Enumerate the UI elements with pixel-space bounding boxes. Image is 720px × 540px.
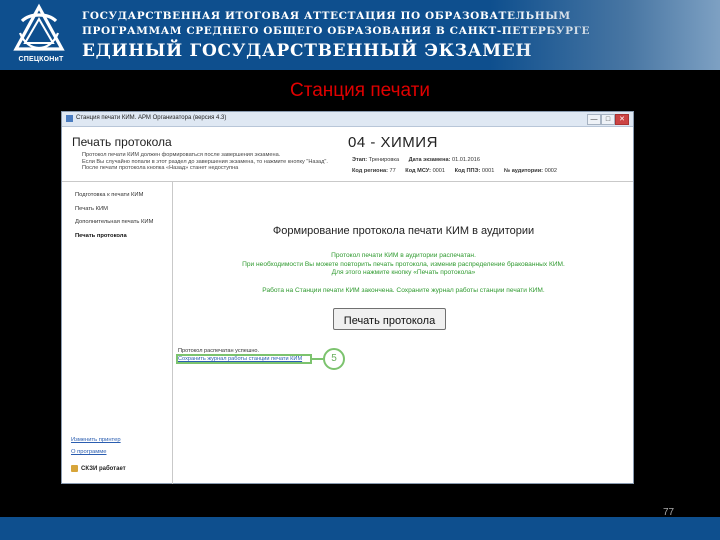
step-number-badge: 5	[323, 348, 345, 370]
auditorium-value: 0002	[544, 168, 558, 174]
crypto-status-label: СКЗИ работает	[81, 466, 126, 473]
stage-label: Этап:	[352, 157, 368, 163]
app-icon	[66, 115, 73, 122]
msu-value: 0001	[432, 168, 446, 174]
footer-bar	[0, 517, 720, 540]
exam-meta: Этап: Тренировка Дата экзамена: 01.01.20…	[352, 155, 565, 177]
window-title: Станция печати КИМ. АРМ Организатора (ве…	[76, 115, 227, 121]
auditorium-label: № аудитории:	[503, 168, 544, 174]
close-button[interactable]: ✕	[615, 114, 629, 125]
notice-line: Протокол печати КИМ должен формироваться…	[82, 152, 281, 158]
msu-label: Код МСУ:	[405, 168, 431, 174]
crypto-status: СКЗИ работает	[71, 465, 126, 472]
banner-line-1: ГОСУДАРСТВЕННАЯ ИТОГОВАЯ АТТЕСТАЦИЯ ПО О…	[82, 10, 571, 22]
message-finished: Работа на Станции печати КИМ закончена. …	[262, 287, 545, 294]
banner-line-2: ПРОГРАММАМ СРЕДНЕГО ОБЩЕГО ОБРАЗОВАНИЯ В…	[82, 25, 591, 37]
lock-icon	[71, 465, 78, 472]
window-titlebar[interactable]: Станция печати КИМ. АРМ Организатора (ве…	[62, 112, 633, 127]
minimize-button[interactable]: —	[587, 114, 601, 125]
step-connector	[312, 358, 323, 360]
app-window: Станция печати КИМ. АРМ Организатора (ве…	[61, 111, 634, 484]
region-label: Код региона:	[352, 168, 388, 174]
sidebar-item-print-kim[interactable]: Печать КИМ	[75, 206, 108, 212]
ppe-value: 0001	[481, 168, 495, 174]
stage-value: Тренировка	[368, 157, 400, 163]
notice-line: Если Вы случайно попали в этот раздел до…	[82, 158, 328, 165]
sidebar-item-additional-print[interactable]: Дополнительная печать КИМ	[75, 219, 153, 225]
logo-text: СПЕЦКОНиТ	[18, 56, 64, 63]
notice-text: Протокол печати КИМ должен формироваться…	[82, 152, 342, 172]
main-title: Формирование протокола печати КИМ в ауди…	[272, 225, 535, 237]
message-repeat: При необходимости Вы можете повторить пе…	[242, 261, 565, 268]
print-protocol-button[interactable]: Печать протокола	[333, 308, 446, 330]
ppe-label: Код ППЭ:	[454, 168, 481, 174]
sidebar-item-prepare[interactable]: Подготовка к печати КИМ	[75, 192, 143, 198]
date-label: Дата экзамена:	[408, 157, 451, 163]
save-log-link[interactable]: Сохранить журнал работы станции печати К…	[178, 356, 302, 362]
sidebar-item-print-protocol[interactable]: Печать протокола	[75, 233, 127, 239]
page-heading: Печать протокола	[72, 135, 172, 149]
banner-line-3: ЕДИНЫЙ ГОСУДАРСТВЕННЫЙ ЭКЗАМЕН	[82, 41, 533, 61]
window-header: Печать протокола Протокол печати КИМ дол…	[62, 127, 633, 182]
slide-title: Станция печати	[290, 80, 430, 101]
maximize-button[interactable]: □	[601, 114, 615, 125]
message-press-button: Для этого нажмите кнопку «Печать протоко…	[331, 269, 476, 276]
notice-line: После печати протокола кнопка «Назад» ст…	[82, 165, 239, 172]
exam-title: 04 - ХИМИЯ	[348, 134, 438, 151]
header-banner: СПЕЦКОНиТ ГОСУДАРСТВЕННАЯ ИТОГОВАЯ АТТЕС…	[0, 0, 720, 70]
about-link[interactable]: О программе	[71, 449, 106, 455]
date-value: 01.01.2016	[452, 157, 480, 163]
region-value: 77	[389, 168, 396, 174]
change-printer-link[interactable]: Изменить принтер	[71, 437, 121, 443]
sidebar: Подготовка к печати КИМ Печать КИМ Допол…	[62, 182, 173, 484]
message-printed: Протокол печати КИМ в аудитории распечат…	[331, 252, 476, 259]
